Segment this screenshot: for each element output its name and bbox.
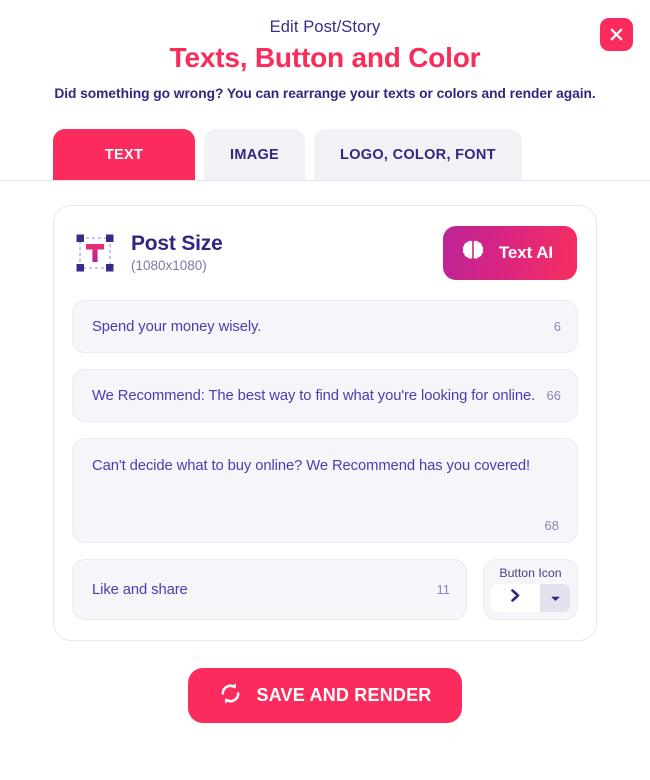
chevron-down-icon bbox=[551, 589, 560, 607]
text-ai-button[interactable]: Text AI bbox=[442, 226, 577, 280]
body-field-value: Can't decide what to buy online? We Reco… bbox=[92, 458, 531, 474]
body-field-counter: 68 bbox=[544, 518, 559, 533]
tab-text[interactable]: TEXT bbox=[53, 129, 195, 181]
button-icon-dropdown-toggle[interactable] bbox=[540, 584, 570, 612]
text-editor-card: Post Size (1080x1080) Text AI Spend your… bbox=[53, 205, 597, 641]
footer-actions: SAVE AND RENDER bbox=[0, 668, 650, 723]
button-icon-preview[interactable] bbox=[491, 584, 540, 612]
modal-eyebrow: Edit Post/Story bbox=[269, 18, 381, 36]
subheadline-field-counter: 66 bbox=[546, 388, 561, 403]
post-size-group: Post Size (1080x1080) bbox=[73, 231, 223, 275]
button-config-row: Like and share 11 Button Icon bbox=[72, 559, 578, 620]
button-text-field-counter: 11 bbox=[436, 582, 451, 597]
text-tool-icon bbox=[73, 231, 117, 275]
page-title: Texts, Button and Color bbox=[169, 42, 481, 73]
button-text-field[interactable]: Like and share 11 bbox=[72, 559, 467, 620]
card-header: Post Size (1080x1080) Text AI bbox=[72, 226, 578, 280]
tab-logo-color-font[interactable]: LOGO, COLOR, FONT bbox=[314, 129, 522, 181]
page-subtitle: Did something go wrong? You can rearrang… bbox=[54, 86, 596, 101]
text-ai-label: Text AI bbox=[498, 243, 553, 262]
subheadline-field-value: We Recommend: The best way to find what … bbox=[92, 387, 536, 404]
tab-image[interactable]: IMAGE bbox=[204, 129, 306, 181]
modal-header: Edit Post/Story Texts, Button and Color … bbox=[0, 0, 650, 101]
tab-bar: TEXT IMAGE LOGO, COLOR, FONT bbox=[0, 123, 650, 181]
refresh-icon bbox=[218, 681, 243, 711]
post-size-dimensions: (1080x1080) bbox=[131, 257, 207, 273]
headline-field-counter: 6 bbox=[553, 319, 561, 334]
body-field[interactable]: Can't decide what to buy online? We Reco… bbox=[72, 438, 578, 543]
close-button[interactable] bbox=[600, 18, 633, 51]
save-and-render-label: SAVE AND RENDER bbox=[256, 685, 432, 705]
close-icon bbox=[609, 27, 624, 42]
text-fields-list: Spend your money wisely. 6 We Recommend:… bbox=[72, 300, 578, 620]
button-icon-select[interactable]: Button Icon bbox=[483, 559, 578, 620]
save-and-render-button[interactable]: SAVE AND RENDER bbox=[188, 668, 462, 723]
headline-field[interactable]: Spend your money wisely. 6 bbox=[72, 300, 578, 353]
tab-divider bbox=[0, 180, 650, 181]
headline-field-value: Spend your money wisely. bbox=[92, 318, 262, 335]
button-icon-label: Button Icon bbox=[499, 566, 562, 580]
brain-icon bbox=[460, 238, 486, 269]
post-size-title: Post Size bbox=[131, 232, 223, 256]
subheadline-field[interactable]: We Recommend: The best way to find what … bbox=[72, 369, 578, 422]
button-text-field-value: Like and share bbox=[92, 581, 188, 598]
chevron-right-icon bbox=[509, 588, 522, 608]
